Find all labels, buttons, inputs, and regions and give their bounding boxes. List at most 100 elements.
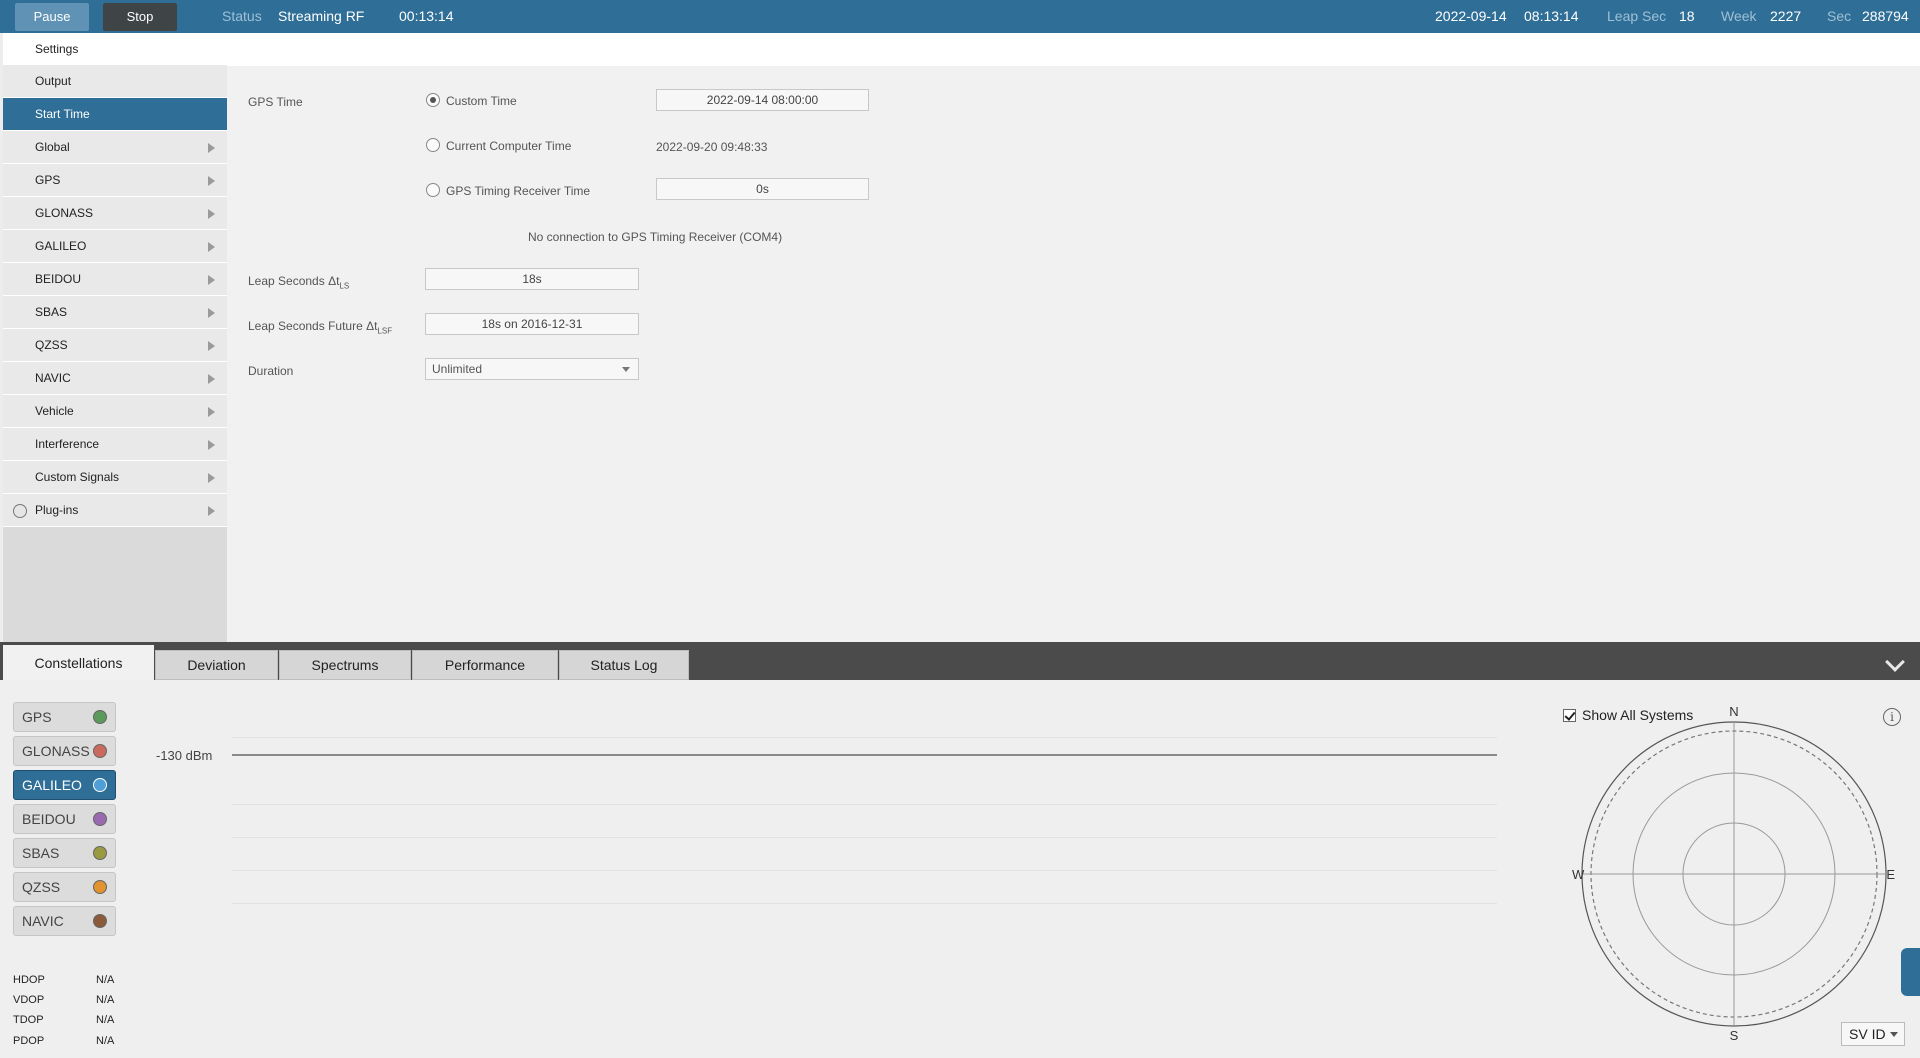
current-computer-time-radio[interactable] [426, 138, 440, 152]
sky-plot-west: W [1572, 867, 1585, 882]
constellation-label: NAVIC [22, 913, 64, 929]
current-computer-time-label: Current Computer Time [446, 139, 572, 153]
leap-seconds-field[interactable]: 18s [425, 268, 639, 290]
duration-label: Duration [248, 364, 294, 378]
leap-seconds-future-label: Leap Seconds Future ΔtLSF [248, 319, 393, 336]
sidebar-item-label: SBAS [35, 305, 68, 319]
sidebar-item-gps[interactable]: GPS [3, 164, 227, 197]
sidebar-item-label: Global [35, 140, 70, 154]
sidebar-item-galileo[interactable]: GALILEO [3, 230, 227, 263]
sbas-color-icon [93, 846, 107, 860]
sidebar-item-label: Interference [35, 437, 100, 451]
beidou-color-icon [93, 812, 107, 826]
sv-id-label: SV ID [1849, 1026, 1886, 1042]
no-connection-message: No connection to GPS Timing Receiver (CO… [528, 230, 783, 244]
expand-arrow-icon [208, 209, 215, 219]
constellation-button-galileo[interactable]: GALILEO [13, 770, 116, 800]
tdop-value: N/A [96, 1014, 115, 1026]
receiver-time-radio[interactable] [426, 183, 440, 197]
sidebar-item-label: NAVIC [35, 371, 71, 385]
elapsed-time: 00:13:14 [399, 8, 454, 24]
constellation-button-sbas[interactable]: SBAS [13, 838, 116, 868]
expand-arrow-icon [208, 506, 215, 516]
navic-color-icon [93, 914, 107, 928]
tab-spectrums[interactable]: Spectrums [279, 650, 411, 680]
constellation-label: SBAS [22, 845, 60, 861]
pdop-label: PDOP [13, 1035, 45, 1047]
sidebar-item-label: Output [35, 74, 72, 88]
grid-line [232, 903, 1497, 904]
expand-arrow-icon [208, 374, 215, 384]
sidebar-item-sbas[interactable]: SBAS [3, 296, 227, 329]
pause-button[interactable]: Pause [15, 2, 89, 31]
grid-line [232, 804, 1497, 805]
sidebar-item-qzss[interactable]: QZSS [3, 329, 227, 362]
vdop-label: VDOP [13, 994, 45, 1006]
duration-select[interactable]: Unlimited [425, 358, 639, 380]
collapse-panel-icon[interactable] [1885, 652, 1905, 672]
sidebar-item-output[interactable]: Output [3, 65, 227, 98]
sky-plot-south: S [1730, 1028, 1739, 1043]
sidebar-item-label: GLONASS [35, 206, 94, 220]
top-toolbar: Pause Stop Status Streaming RF 00:13:14 … [0, 0, 1920, 33]
leap-seconds-future-field[interactable]: 18s on 2016-12-31 [425, 313, 639, 335]
qzss-color-icon [93, 880, 107, 894]
sidebar-item-label: GALILEO [35, 239, 87, 253]
sv-id-select[interactable]: SV ID [1841, 1022, 1905, 1046]
constellation-button-qzss[interactable]: QZSS [13, 872, 116, 902]
sec-value: 288794 [1862, 8, 1909, 24]
galileo-color-icon [93, 778, 107, 792]
sidebar-item-label: QZSS [35, 338, 68, 352]
leap-seconds-label: Leap Seconds ΔtLS [248, 274, 350, 291]
status-label: Status [222, 8, 262, 24]
tab-status-log[interactable]: Status Log [559, 650, 689, 680]
constellation-button-glonass[interactable]: GLONASS [13, 736, 116, 766]
sidebar-item-plug-ins[interactable]: Plug-ins [3, 494, 227, 527]
expand-arrow-icon [208, 407, 215, 417]
stop-button[interactable]: Stop [103, 2, 177, 31]
sidebar-item-interference[interactable]: Interference [3, 428, 227, 461]
expand-arrow-icon [208, 473, 215, 483]
leap-sec-label: Leap Sec [1607, 8, 1667, 24]
hdop-value: N/A [96, 974, 115, 986]
bottom-tab-bar: Constellations Deviation Spectrums Perfo… [0, 642, 1920, 680]
receiver-time-label: GPS Timing Receiver Time [446, 184, 591, 198]
sidebar-item-global[interactable]: Global [3, 131, 227, 164]
sidebar-item-beidou[interactable]: BEIDOU [3, 263, 227, 296]
sky-plot: N S E W [1572, 704, 1895, 1043]
plugin-status-icon [13, 504, 27, 518]
sidebar-item-vehicle[interactable]: Vehicle [3, 395, 227, 428]
custom-time-radio[interactable] [426, 93, 440, 107]
constellation-label: GALILEO [22, 777, 82, 793]
constellation-label: GLONASS [22, 743, 90, 759]
expand-arrow-icon [208, 242, 215, 252]
constellation-button-gps[interactable]: GPS [13, 702, 116, 732]
tab-performance[interactable]: Performance [412, 650, 558, 680]
constellation-button-beidou[interactable]: BEIDOU [13, 804, 116, 834]
chevron-down-icon [622, 367, 630, 372]
expand-arrow-icon [208, 341, 215, 351]
constellation-button-navic[interactable]: NAVIC [13, 906, 116, 936]
receiver-time-field[interactable]: 0s [656, 178, 869, 200]
constellation-label: GPS [22, 709, 52, 725]
custom-time-field[interactable]: 2022-09-14 08:00:00 [656, 89, 869, 111]
sidebar-item-custom-signals[interactable]: Custom Signals [3, 461, 227, 494]
tab-constellations[interactable]: Constellations [3, 645, 154, 680]
sidebar-item-navic[interactable]: NAVIC [3, 362, 227, 395]
grid-line [232, 737, 1497, 738]
signal-level-line [232, 754, 1497, 756]
gps-color-icon [93, 710, 107, 724]
side-panel-tab[interactable] [1901, 948, 1920, 996]
sidebar-item-start-time[interactable]: Start Time [3, 98, 227, 131]
expand-arrow-icon [208, 176, 215, 186]
sidebar-item-label: Vehicle [35, 404, 74, 418]
tdop-label: TDOP [13, 1014, 44, 1026]
panel-header-strip [227, 33, 1920, 66]
sidebar-item-label: Custom Signals [35, 470, 120, 484]
tab-deviation[interactable]: Deviation [155, 650, 278, 680]
sidebar-item-label: GPS [35, 173, 61, 187]
sidebar-item-label: BEIDOU [35, 272, 82, 286]
expand-arrow-icon [208, 440, 215, 450]
sidebar-item-glonass[interactable]: GLONASS [3, 197, 227, 230]
sidebar-item-label: Start Time [35, 107, 90, 121]
